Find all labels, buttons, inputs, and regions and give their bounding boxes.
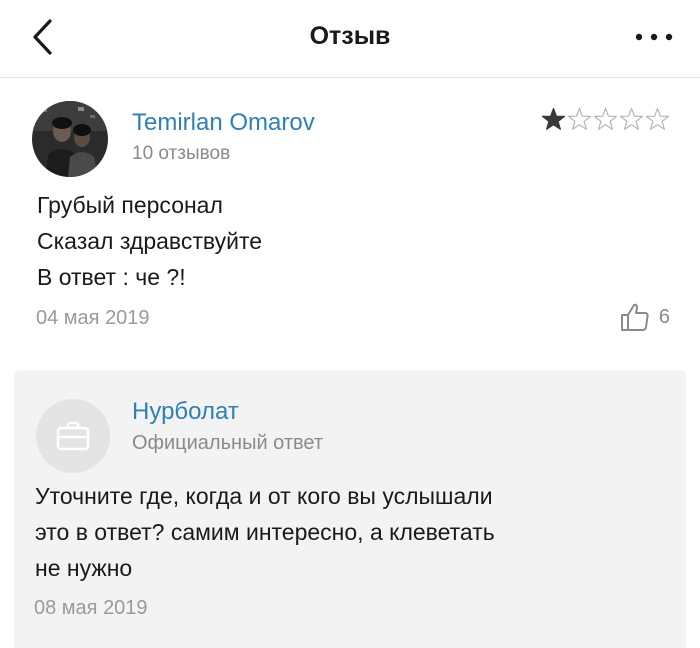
star-empty-icon xyxy=(593,107,618,130)
avatar[interactable] xyxy=(32,101,108,177)
star-empty-icon xyxy=(619,107,644,130)
review-author-name[interactable]: Temirlan Omarov xyxy=(132,109,315,137)
star-filled-icon xyxy=(541,107,566,130)
review-text: Грубый персонал Сказал здравствуйте В от… xyxy=(37,187,262,295)
thumbs-up-icon xyxy=(620,303,649,331)
review-text-line: Сказал здравствуйте xyxy=(37,228,263,254)
rating-stars xyxy=(541,107,670,132)
reply-text: Уточните где, когда и от кого вы услышал… xyxy=(35,478,675,586)
like-button[interactable]: 6 xyxy=(619,301,670,333)
briefcase-icon xyxy=(56,421,90,451)
user-photo-icon xyxy=(32,101,108,177)
official-reply-label: Официальный ответ xyxy=(132,432,324,454)
reply-text-line: это в ответ? самим интересно, а клеветат… xyxy=(35,519,495,545)
review-card: Temirlan Omarov 10 отзывов Грубый персон… xyxy=(0,79,700,359)
reply-date: 08 мая 2019 xyxy=(34,597,148,619)
reply-text-line: Уточните где, когда и от кого вы услышал… xyxy=(35,483,493,509)
review-date: 04 мая 2019 xyxy=(36,307,150,329)
star-empty-icon xyxy=(567,107,592,130)
review-author-count: 10 отзывов xyxy=(132,143,231,164)
top-bar: Отзыв xyxy=(0,0,700,78)
company-avatar xyxy=(36,399,110,473)
more-dots-icon xyxy=(635,33,673,41)
more-options-button[interactable] xyxy=(630,26,678,48)
page-title: Отзыв xyxy=(309,22,391,50)
like-count: 6 xyxy=(658,305,670,328)
star-empty-icon xyxy=(645,107,670,130)
review-text-line: В ответ : че ?! xyxy=(37,264,186,290)
official-reply-card: Нурболат Официальный ответ Уточните где,… xyxy=(14,370,686,648)
reply-text-line: не нужно xyxy=(35,555,133,581)
reply-author-name[interactable]: Нурболат xyxy=(132,398,239,426)
review-text-line: Грубый персонал xyxy=(37,192,223,218)
